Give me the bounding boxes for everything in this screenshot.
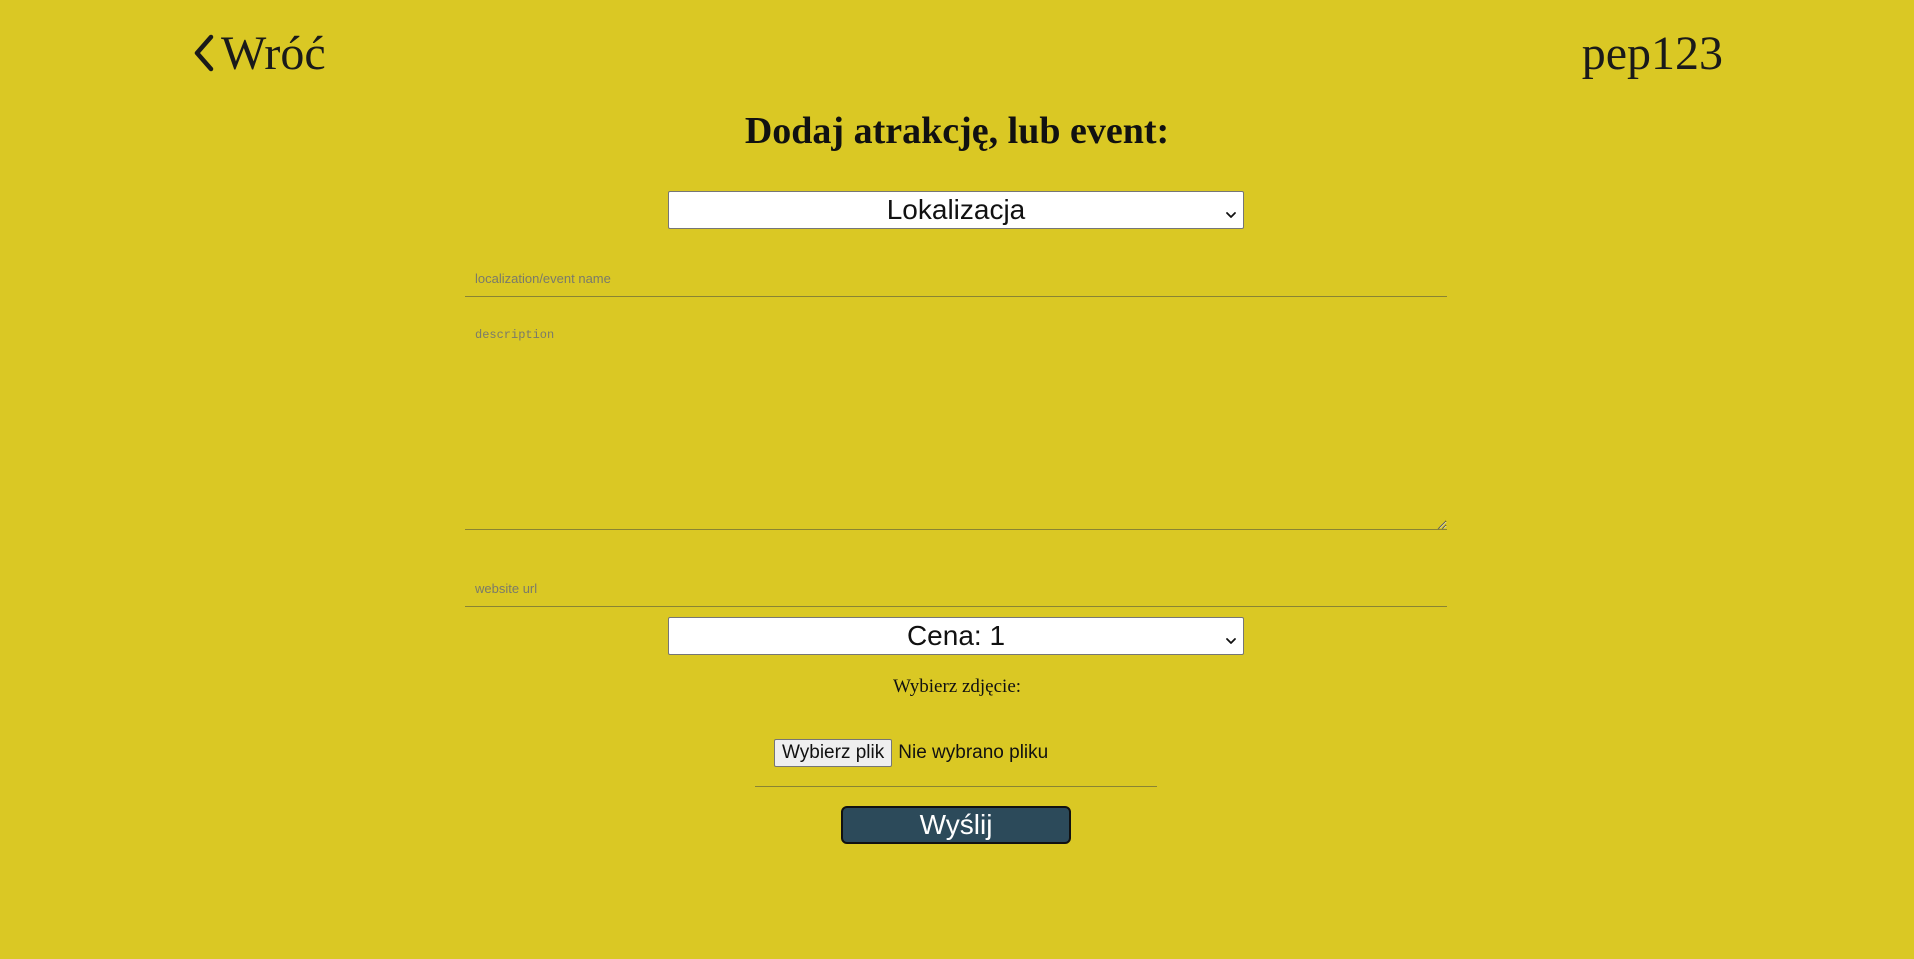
price-select[interactable]: Cena: 1	[668, 617, 1244, 655]
type-select[interactable]: Lokalizacja	[668, 191, 1244, 229]
chevron-down-icon	[1225, 620, 1237, 652]
choose-file-button[interactable]: Wybierz plik	[774, 739, 893, 767]
file-picker: Wybierz plik Nie wybrano pliku	[774, 739, 1048, 767]
description-textarea[interactable]	[465, 318, 1447, 530]
type-select-value: Lokalizacja	[886, 194, 1026, 225]
chevron-left-icon	[193, 34, 215, 74]
resize-grip-icon[interactable]	[1436, 517, 1446, 535]
username: pep123	[1581, 27, 1723, 80]
price-select-value: Cena: 1	[906, 620, 1006, 651]
file-divider	[755, 786, 1157, 787]
website-url-input[interactable]	[465, 571, 1447, 607]
chevron-down-icon	[1225, 194, 1237, 226]
page-title: Dodaj atrakcję, lub event:	[744, 110, 1170, 152]
back-label: Wróć	[221, 27, 326, 80]
submit-button[interactable]: Wyślij	[841, 806, 1071, 844]
back-link[interactable]: Wróć	[193, 26, 326, 82]
event-name-input[interactable]	[465, 261, 1447, 297]
file-status: Nie wybrano pliku	[898, 742, 1049, 763]
photo-label: Wybierz zdjęcie:	[892, 676, 1022, 697]
